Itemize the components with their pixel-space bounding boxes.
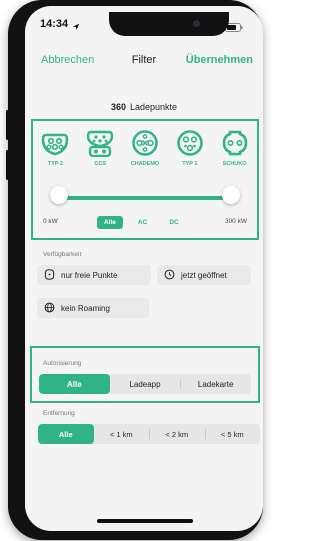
free-only-label: nur freie Punkte xyxy=(61,270,118,280)
current-type-ac[interactable]: AC xyxy=(131,216,154,229)
authorization-label: Autorisierung xyxy=(43,360,82,367)
phone-side-button xyxy=(6,110,9,140)
connector-type1[interactable]: TYP 1 xyxy=(170,129,210,167)
location-arrow-icon xyxy=(72,18,80,36)
no-roaming-label: kein Roaming xyxy=(61,303,110,313)
connector-label: TYP 1 xyxy=(182,161,198,167)
authorization-option-card[interactable]: Ladekarte xyxy=(180,374,251,394)
connector-chademo[interactable]: CHADEMO xyxy=(125,129,165,167)
distance-option-5km[interactable]: < 5 km xyxy=(204,424,261,444)
power-min-handle[interactable] xyxy=(50,186,68,204)
power-max-label: 300 kW xyxy=(224,218,247,225)
current-type-all[interactable]: Alle xyxy=(97,216,123,229)
distance-segmented: Alle < 1 km < 2 km < 5 km xyxy=(38,424,260,444)
type2-plug-icon xyxy=(42,133,69,156)
screen: 14:34 Abbrechen Filter Übernehmen 360 La… xyxy=(25,6,263,531)
phone-frame: 14:34 Abbrechen Filter Übernehmen 360 La… xyxy=(6,0,263,540)
power-max-handle[interactable] xyxy=(222,186,240,204)
open-now-toggle[interactable]: jetzt geöffnet xyxy=(157,265,251,285)
status-time: 14:34 xyxy=(40,18,69,30)
globe-icon xyxy=(44,302,55,315)
distance-label: Entfernung xyxy=(43,410,75,417)
connector-schuko[interactable]: SCHUKO xyxy=(215,129,255,167)
authorization-segmented: Alle Ladeapp Ladekarte xyxy=(39,374,251,394)
free-only-toggle[interactable]: nur freie Punkte xyxy=(37,265,151,285)
result-count-label: Ladepunkte xyxy=(129,102,178,112)
apply-button[interactable]: Übernehmen xyxy=(186,54,253,66)
home-indicator xyxy=(97,519,193,523)
chademo-plug-icon xyxy=(132,130,158,156)
distance-option-2km[interactable]: < 2 km xyxy=(149,424,205,444)
availability-label: Verfügbarkeit xyxy=(43,251,82,258)
connector-filter-box: TYP 2 CCS CHADEMO TYP 1 SCHUKO 0 kW Alle… xyxy=(31,119,259,240)
power-min-label: 0 kW xyxy=(43,218,58,225)
authorization-box: Autorisierung Alle Ladeapp Ladekarte xyxy=(30,346,260,403)
connector-type2[interactable]: TYP 2 xyxy=(35,129,75,167)
camera xyxy=(193,20,200,27)
open-now-label: jetzt geöffnet xyxy=(181,270,227,280)
schuko-plug-icon xyxy=(222,130,247,156)
plug-status-icon xyxy=(44,268,55,282)
result-count-number: 360 xyxy=(110,102,126,112)
power-row: 0 kW Alle AC DC 300 kW xyxy=(33,216,257,230)
connector-label: SCHUKO xyxy=(222,161,247,167)
current-type-dc[interactable]: DC xyxy=(162,216,185,229)
connector-label: CHADEMO xyxy=(130,161,160,167)
connector-list: TYP 2 CCS CHADEMO TYP 1 SCHUKO xyxy=(33,129,257,167)
connector-label: TYP 2 xyxy=(47,161,63,167)
distance-option-1km[interactable]: < 1 km xyxy=(94,424,150,444)
notch xyxy=(109,12,229,36)
distance-option-all[interactable]: Alle xyxy=(38,424,94,444)
authorization-option-all[interactable]: Alle xyxy=(39,374,110,394)
connector-label: CCS xyxy=(94,161,106,167)
ccs-plug-icon xyxy=(86,130,114,157)
connector-ccs[interactable]: CCS xyxy=(80,129,120,167)
power-range-track[interactable] xyxy=(59,196,231,200)
authorization-option-app[interactable]: Ladeapp xyxy=(110,374,181,394)
no-roaming-toggle[interactable]: kein Roaming xyxy=(37,298,149,318)
type1-plug-icon xyxy=(176,130,203,156)
result-count: 360 Ladepunkte xyxy=(25,102,263,112)
clock-icon xyxy=(164,269,175,282)
phone-side-button xyxy=(6,150,9,180)
nav-bar: Abbrechen Filter Übernehmen xyxy=(25,52,263,80)
current-type-tabs: Alle AC DC xyxy=(97,216,186,229)
